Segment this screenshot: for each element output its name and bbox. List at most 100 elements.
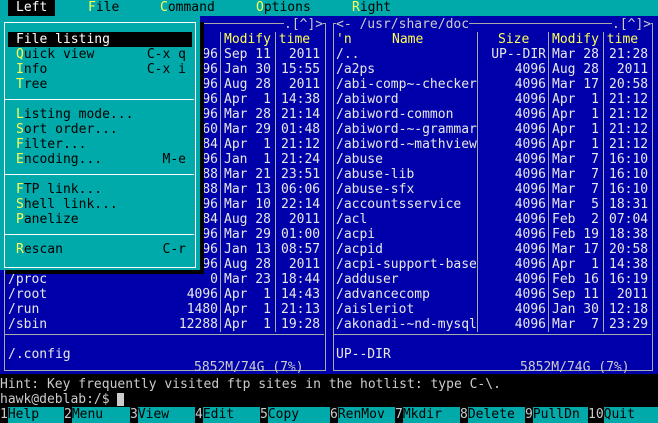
dropdown-item[interactable]: Quick view C-x q <box>8 47 192 62</box>
command-line[interactable]: hawk@deblab:/$ <box>0 392 658 407</box>
right-row-date: Aug 28 <box>552 62 599 77</box>
right-row-name[interactable]: /acl <box>336 212 367 227</box>
right-row-name[interactable]: /acpi-support-base <box>336 257 477 272</box>
right-col-modify-header[interactable]: Modify time <box>552 32 638 47</box>
fkey-mkdir[interactable]: 7Mkdir <box>395 407 460 423</box>
right-row-name[interactable]: /abiword-common <box>336 107 453 122</box>
dropdown-item-hotkey: S <box>16 197 24 212</box>
right-row-name[interactable]: /abiword-~-grammar <box>336 122 477 137</box>
left-row-name[interactable]: /run <box>8 302 39 317</box>
dropdown-item[interactable]: Sort order... <box>8 122 192 137</box>
right-row-name[interactable]: /abiword <box>336 92 399 107</box>
right-row-name[interactable]: /abuse-sfx <box>336 182 414 197</box>
right-row-name[interactable]: /adduser <box>336 272 399 287</box>
dropdown-item-shortcut: M-e <box>162 152 186 167</box>
left-row-size: 1480 <box>186 302 218 317</box>
right-row-name[interactable]: /aisleriot <box>336 302 414 317</box>
right-panel-title-tail[interactable]: .[^]> <box>612 17 652 32</box>
dropdown-item-text: Quick view <box>8 47 94 62</box>
dropdown-item[interactable]: Rescan C-r <box>8 242 192 257</box>
dropdown-item[interactable]: Listing mode... <box>8 107 192 122</box>
dropdown-item-label: ort order... <box>23 122 118 137</box>
right-row-name[interactable]: /abiword-~mathview <box>336 137 477 152</box>
fkey-copy[interactable]: 5Copy <box>260 407 330 423</box>
left-row-time: 21:13 <box>281 302 321 317</box>
dropdown-separator-3 <box>5 234 194 235</box>
right-col-name-header[interactable]: Name <box>392 32 423 47</box>
dropdown-item-shortcut: C-x q <box>146 47 186 62</box>
left-col-sep-1 <box>220 32 221 332</box>
left-row-name[interactable]: /proc <box>8 272 47 287</box>
dropdown-item-label: ilter... <box>23 137 87 152</box>
dropdown-item[interactable]: Tree <box>8 77 192 92</box>
right-row-name[interactable]: /advancecomp <box>336 287 430 302</box>
right-row-name[interactable]: /abuse <box>336 152 383 167</box>
dropdown-item[interactable]: Info C-x i <box>8 62 192 77</box>
right-panel[interactable]: <- /usr/share/doc .[^]> 'n Name Size Mod… <box>330 16 658 375</box>
dropdown-item[interactable]: Panelize <box>8 212 192 227</box>
dropdown-item-hotkey: P <box>16 212 24 227</box>
left-row-name[interactable]: /root <box>8 287 47 302</box>
right-col-n-header[interactable]: 'n <box>336 32 352 47</box>
left-row-time: 06:06 <box>281 182 321 197</box>
dropdown-item-label: ree <box>23 77 48 92</box>
fkey-label: Copy <box>267 407 330 423</box>
right-row-name[interactable]: /akonadi-~nd-mysql <box>336 317 477 332</box>
right-row-date: Mar 28 <box>552 47 599 62</box>
menu-options[interactable]: Options <box>256 0 311 16</box>
dropdown-item-shortcut: C-r <box>162 242 186 257</box>
fkey-delete[interactable]: 8Delete <box>460 407 525 423</box>
right-row-time: 21:28 <box>609 47 649 62</box>
dropdown-item[interactable]: FTP link... <box>8 182 192 197</box>
dropdown-item[interactable]: Shell link... <box>8 197 192 212</box>
right-row-date: Mar 17 <box>552 77 599 92</box>
right-row-name[interactable]: /acpi <box>336 227 375 242</box>
fkey-pulldn[interactable]: 9PullDn <box>525 407 588 423</box>
left-row-date: Aug 28 <box>224 77 271 92</box>
right-panel-title[interactable]: <- /usr/share/doc <box>336 17 470 32</box>
fkey-help[interactable]: 1Help <box>0 407 64 423</box>
right-row-time: 12:18 <box>609 302 649 317</box>
menu-command[interactable]: Command <box>160 0 215 16</box>
right-row-time: 16:10 <box>609 152 649 167</box>
fkey-renmov[interactable]: 6RenMov <box>330 407 395 423</box>
right-row-date: Apr 1 <box>552 107 599 122</box>
right-row-size: 4096 <box>514 272 546 287</box>
dropdown-item-hotkey: R <box>16 242 24 257</box>
dropdown-item[interactable]: Encoding... M-e <box>8 152 192 167</box>
right-row-size: 4096 <box>514 197 546 212</box>
right-row-time: 21:12 <box>609 107 649 122</box>
right-row-date: Mar 7 <box>552 167 599 182</box>
fkey-label: Quit <box>603 407 658 423</box>
dropdown-item-hotkey: F <box>16 137 24 152</box>
fkey-edit[interactable]: 4Edit <box>195 407 260 423</box>
left-row-date: Mar 23 <box>224 272 271 287</box>
fkey-quit[interactable]: 10Quit <box>588 407 658 423</box>
dropdown-item[interactable]: Filter... <box>8 137 192 152</box>
left-row-date: Jan 1 <box>224 152 271 167</box>
left-row-name[interactable]: /sbin <box>8 317 47 332</box>
right-row-time: 18:38 <box>609 227 649 242</box>
right-row-size: 4096 <box>514 92 546 107</box>
left-panel-title-tail[interactable]: .[^]> <box>284 17 324 32</box>
menu-left[interactable]: Left <box>8 0 56 16</box>
dropdown-item[interactable]: File listing <box>8 32 192 47</box>
dropdown-item-text: Panelize <box>8 212 79 227</box>
dropdown-item-text: Filter... <box>8 137 86 152</box>
right-row-name[interactable]: /a2ps <box>336 62 375 77</box>
menu-file[interactable]: File <box>88 0 119 16</box>
right-col-size-header[interactable]: Size <box>498 32 529 47</box>
right-row-name[interactable]: /accountsservice <box>336 197 461 212</box>
dropdown-item-hotkey: F <box>16 182 24 197</box>
right-row-name[interactable]: /acpid <box>336 242 383 257</box>
left-row-date: Mar 28 <box>224 107 271 122</box>
right-row-name[interactable]: /abuse-lib <box>336 167 414 182</box>
right-row-name[interactable]: /abi-comp~-checker <box>336 77 477 92</box>
menubar: Left File Command Options Right <box>0 0 658 16</box>
left-row-date: Apr 1 <box>224 92 271 107</box>
left-col-modify-header[interactable]: Modify time <box>224 32 310 47</box>
fkey-menu[interactable]: 2Menu <box>64 407 130 423</box>
menu-right[interactable]: Right <box>352 0 391 16</box>
right-row-name[interactable]: /.. <box>336 47 359 62</box>
fkey-view[interactable]: 3View <box>130 407 195 423</box>
